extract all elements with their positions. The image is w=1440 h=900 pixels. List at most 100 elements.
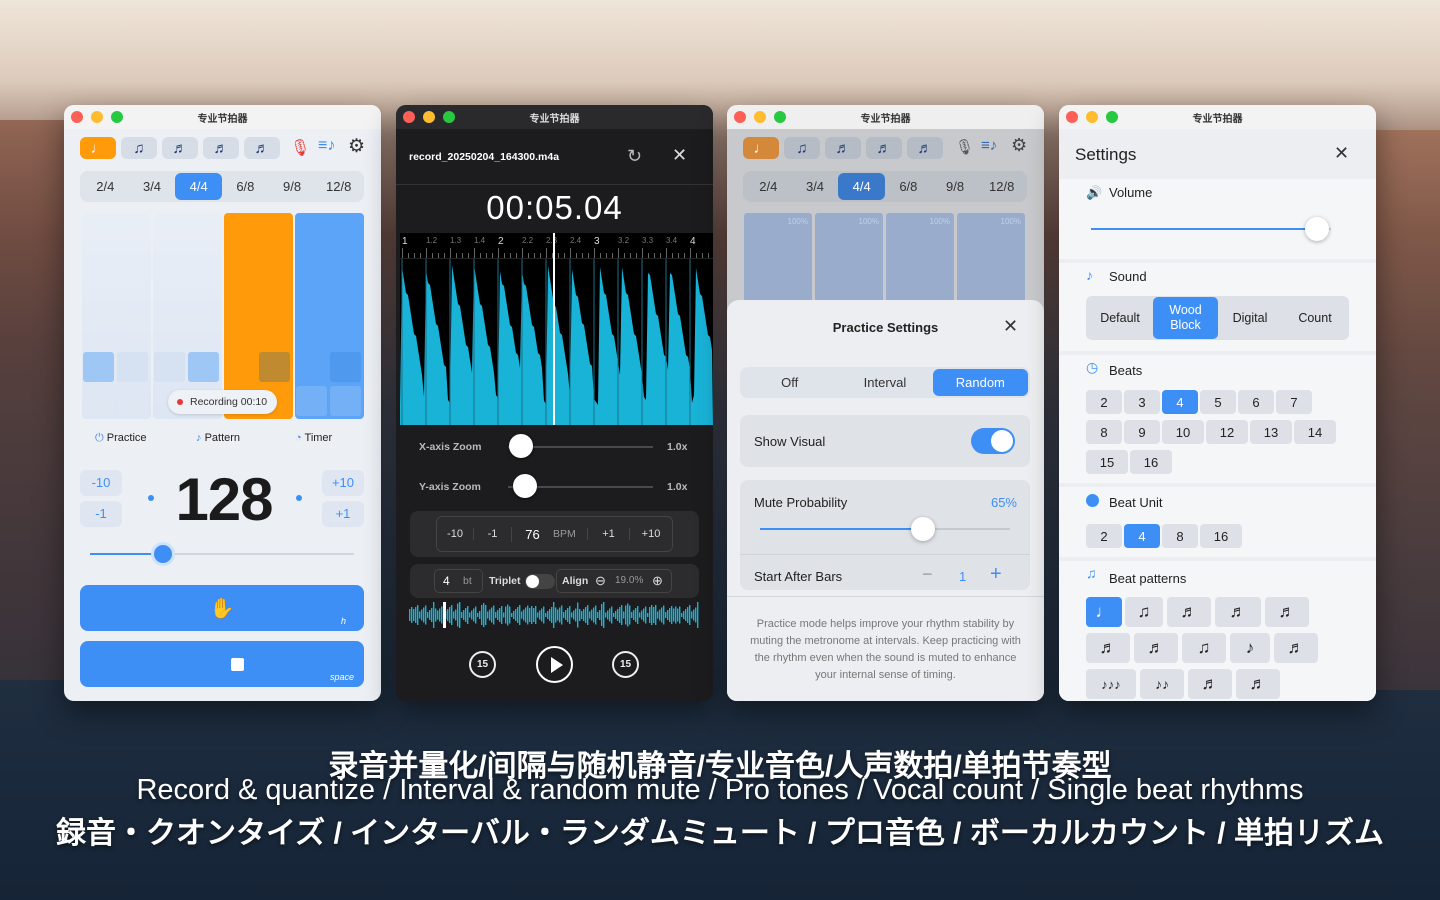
gear-icon[interactable]: ⚙ — [348, 135, 365, 158]
close-window-button[interactable] — [71, 111, 83, 123]
beats-option-12[interactable]: 12 — [1206, 420, 1248, 444]
rec-bpm-minus-1-button[interactable]: -1 — [473, 528, 511, 540]
volume-slider[interactable] — [1091, 217, 1331, 241]
time-signature-4-4[interactable]: 4/4 — [175, 173, 223, 200]
bpm-plus-10-button[interactable]: +10 — [322, 470, 364, 496]
start-after-minus-button[interactable]: − — [922, 564, 933, 585]
tab-timer[interactable]: ◔ Timer — [295, 432, 332, 444]
time-signature-9-8[interactable]: 9/8 — [269, 173, 316, 200]
stop-button[interactable]: space — [80, 641, 364, 687]
beat-unit-16[interactable]: 16 — [1200, 524, 1242, 548]
sound-default[interactable]: Default — [1087, 297, 1153, 339]
time-signature-3-4[interactable]: 3/4 — [129, 173, 176, 200]
pattern-eighth-button[interactable]: ♫ — [121, 137, 157, 159]
practice-mode-random[interactable]: Random — [932, 369, 1028, 396]
tab-pattern[interactable]: ♪ Pattern — [196, 432, 240, 444]
zoom-window-button[interactable] — [774, 111, 786, 123]
pattern-option[interactable]: ♩ — [1086, 597, 1122, 627]
triplet-toggle[interactable] — [525, 574, 555, 589]
pattern-option[interactable]: ♬ — [1086, 633, 1130, 663]
beats-option-4[interactable]: 4 — [1162, 390, 1198, 414]
sound-count[interactable]: Count — [1282, 297, 1348, 339]
x-zoom-slider-knob[interactable] — [509, 434, 533, 458]
practice-mode-off[interactable]: Off — [742, 369, 837, 396]
skip-back-button[interactable]: 15 — [469, 651, 496, 678]
close-icon[interactable]: ✕ — [1334, 143, 1349, 164]
overview-waveform[interactable] — [409, 602, 699, 628]
beats-option-6[interactable]: 6 — [1238, 390, 1274, 414]
beat-unit-2[interactable]: 2 — [1086, 524, 1122, 548]
playhead[interactable] — [553, 233, 555, 425]
beats-option-2[interactable]: 2 — [1086, 390, 1122, 414]
minimize-window-button[interactable] — [754, 111, 766, 123]
waveform-view[interactable]: 1 1.2 1.3 1.4 2 2.2 2.3 2.4 3 3.2 3.3 3.4 4 — [400, 233, 713, 425]
beats-option-15[interactable]: 15 — [1086, 450, 1128, 474]
minimize-window-button[interactable] — [423, 111, 435, 123]
pattern-option[interactable]: ♬ — [1215, 597, 1261, 627]
beats-option-10[interactable]: 10 — [1162, 420, 1204, 444]
zoom-window-button[interactable] — [1106, 111, 1118, 123]
start-after-plus-button[interactable]: + — [990, 563, 1002, 586]
close-window-button[interactable] — [734, 111, 746, 123]
pattern-option[interactable]: ♫ — [1182, 633, 1226, 663]
close-window-button[interactable] — [1066, 111, 1078, 123]
pattern-option[interactable]: ♫ — [1125, 597, 1163, 627]
time-signature-12-8[interactable]: 12/8 — [315, 173, 362, 200]
beats-option-13[interactable]: 13 — [1250, 420, 1292, 444]
bpm-minus-10-button[interactable]: -10 — [80, 470, 122, 496]
bpm-display[interactable]: 128 — [154, 465, 294, 534]
beats-option-5[interactable]: 5 — [1200, 390, 1236, 414]
practice-mode-interval[interactable]: Interval — [837, 369, 932, 396]
pattern-option[interactable]: ♬ — [1236, 669, 1280, 699]
sound-digital[interactable]: Digital — [1218, 297, 1282, 339]
play-button[interactable] — [536, 646, 573, 683]
mute-probability-knob[interactable] — [910, 517, 935, 541]
pattern-triplet-button[interactable]: ♬ — [162, 137, 198, 159]
volume-slider-knob[interactable] — [1304, 217, 1329, 241]
pattern-option[interactable]: ♬ — [1134, 633, 1178, 663]
zoom-window-button[interactable] — [443, 111, 455, 123]
pattern-option[interactable]: ♬ — [1265, 597, 1309, 627]
time-signature-2-4[interactable]: 2/4 — [82, 173, 129, 200]
rec-bpm-plus-10-button[interactable]: +10 — [629, 528, 672, 540]
tab-practice[interactable]: ⏻ Practice — [95, 432, 147, 445]
mute-probability-slider[interactable] — [760, 517, 1010, 541]
beats-option-16[interactable]: 16 — [1130, 450, 1172, 474]
arrow-right-circle-icon[interactable]: ⊕ — [652, 570, 663, 592]
close-icon[interactable]: ✕ — [672, 145, 687, 166]
time-signature-6-8[interactable]: 6/8 — [222, 173, 269, 200]
pattern-option[interactable]: ♪ — [1230, 633, 1270, 663]
playlist-icon[interactable]: ≡♪ — [318, 137, 335, 155]
close-icon[interactable]: ✕ — [1003, 316, 1018, 337]
overview-playhead[interactable] — [443, 602, 446, 628]
y-zoom-slider-knob[interactable] — [513, 474, 537, 498]
pattern-quarter-button[interactable]: ♩ — [80, 137, 116, 159]
beats-option-14[interactable]: 14 — [1294, 420, 1336, 444]
rec-bpm-plus-1-button[interactable]: +1 — [587, 528, 629, 540]
rec-bpm-value[interactable]: 76 — [511, 526, 553, 542]
close-window-button[interactable] — [403, 111, 415, 123]
refresh-icon[interactable]: ↻ — [627, 146, 642, 167]
microphone-icon[interactable]: 🎙 — [290, 138, 310, 158]
beat-unit-4[interactable]: 4 — [1124, 524, 1160, 548]
beat-unit-8[interactable]: 8 — [1162, 524, 1198, 548]
beat-column-3-active[interactable] — [224, 213, 293, 419]
pattern-option[interactable]: ♬ — [1274, 633, 1318, 663]
beats-option-8[interactable]: 8 — [1086, 420, 1122, 444]
pattern-option[interactable]: ♬ — [1188, 669, 1232, 699]
sound-wood-block[interactable]: Wood Block — [1153, 297, 1218, 339]
rec-bpm-minus-10-button[interactable]: -10 — [437, 528, 473, 540]
minimize-window-button[interactable] — [91, 111, 103, 123]
show-visual-toggle[interactable] — [971, 428, 1015, 454]
minimize-window-button[interactable] — [1086, 111, 1098, 123]
bpm-plus-1-button[interactable]: +1 — [322, 501, 364, 527]
arrow-left-circle-icon[interactable]: ⊖ — [595, 570, 606, 592]
tempo-slider-knob[interactable] — [151, 542, 175, 566]
beats-option-7[interactable]: 7 — [1276, 390, 1312, 414]
pattern-option[interactable]: ♪♪♪ — [1086, 669, 1136, 699]
zoom-window-button[interactable] — [111, 111, 123, 123]
beats-field[interactable]: 4 bt — [434, 569, 483, 593]
pattern-sixteenth-button[interactable]: ♬ — [203, 137, 239, 159]
beats-option-3[interactable]: 3 — [1124, 390, 1160, 414]
pattern-option[interactable]: ♬ — [1167, 597, 1211, 627]
